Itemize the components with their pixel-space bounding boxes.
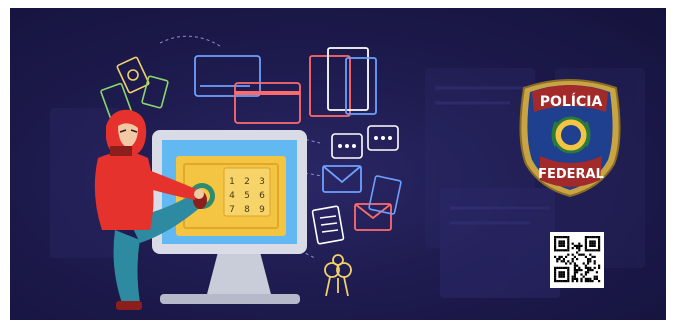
keys-icon <box>324 254 352 297</box>
keypad-key: 8 <box>244 205 250 215</box>
qr-code-icon <box>550 232 604 288</box>
badge-bottom-text: FEDERAL <box>538 167 604 182</box>
keypad-key: 6 <box>259 191 265 201</box>
keypad-key: 1 <box>229 177 235 187</box>
chat-icon <box>331 125 399 159</box>
credit-card-icon <box>194 55 301 124</box>
keypad-key: 3 <box>259 177 265 187</box>
keypad-key: 2 <box>244 177 250 187</box>
keypad-key: 9 <box>259 205 265 215</box>
envelope-icon <box>322 165 392 231</box>
keypad: 1 2 3 4 5 6 7 8 9 <box>223 167 271 217</box>
keypad-key: 7 <box>229 205 235 215</box>
keypad-key: 5 <box>244 191 250 201</box>
illustration-frame: 1 2 3 4 5 6 7 8 9 POLÍCIA FEDERAL <box>10 8 666 320</box>
folder-icon <box>309 47 377 117</box>
document-icon <box>311 175 402 245</box>
badge-top-text: POLÍCIA <box>540 93 603 110</box>
keypad-key: 4 <box>229 191 235 201</box>
